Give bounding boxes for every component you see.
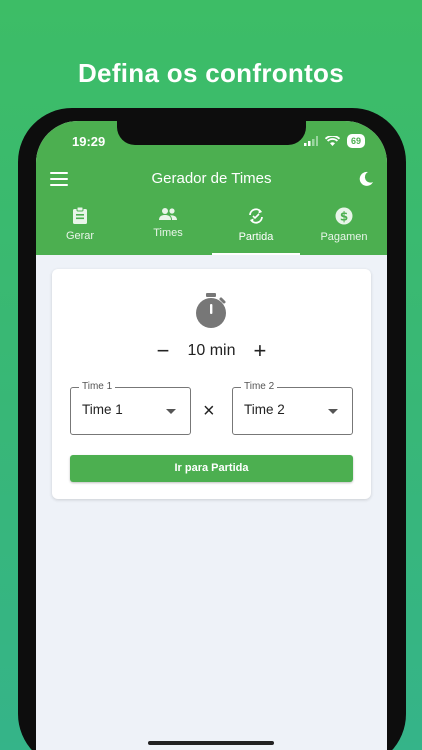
tab-times[interactable]: Times [124, 203, 212, 255]
increase-duration-button[interactable]: + [254, 340, 267, 362]
svg-text:$: $ [340, 210, 348, 224]
wifi-icon [324, 135, 340, 146]
tab-label: Gerar [65, 230, 95, 242]
people-icon [159, 208, 177, 220]
battery-indicator: 69 [346, 134, 365, 148]
tab-label: Pagamen [320, 231, 368, 243]
versus-symbol: × [203, 400, 215, 422]
team1-select[interactable]: Time 1 Time 1 [70, 381, 191, 435]
tab-pagamento[interactable]: $ Pagamen [300, 203, 387, 255]
team2-legend: Time 2 [241, 381, 278, 392]
team1-value: Time 1 [82, 402, 123, 417]
team2-value: Time 2 [244, 402, 285, 417]
status-icons: 69 [303, 134, 365, 148]
tab-gerar[interactable]: Gerar [36, 203, 124, 255]
app-screen: 19:29 69 Gerador de Times Gerar Times Pa… [36, 121, 387, 750]
tab-label: Times [153, 227, 183, 239]
tab-bar: Gerar Times Partida $ Pagamen [36, 203, 387, 255]
home-indicator [148, 741, 274, 745]
phone-notch [117, 121, 306, 145]
dropdown-arrow-icon [166, 409, 176, 414]
go-to-match-button[interactable]: Ir para Partida [70, 455, 353, 482]
tab-label: Partida [238, 231, 274, 243]
team2-select[interactable]: Time 2 Time 2 [232, 381, 353, 435]
timer-icon [196, 293, 226, 328]
signal-icon [303, 136, 318, 146]
tab-partida[interactable]: Partida [212, 203, 300, 255]
match-setup-card: − 10 min + Time 1 Time 1 × Time 2 Time 2… [52, 269, 371, 499]
team1-legend: Time 1 [79, 381, 116, 392]
decrease-duration-button[interactable]: − [157, 340, 170, 362]
clipboard-icon [73, 207, 87, 224]
page-headline: Defina os confrontos [77, 58, 344, 88]
dark-mode-icon[interactable] [357, 170, 375, 188]
status-time: 19:29 [72, 134, 106, 149]
app-title: Gerador de Times [151, 170, 272, 187]
swap-icon [249, 208, 263, 224]
dollar-icon: $ [335, 207, 353, 225]
duration-value: 10 min [187, 342, 236, 359]
duration-control: − 10 min + [52, 340, 371, 362]
dropdown-arrow-icon [328, 409, 338, 414]
